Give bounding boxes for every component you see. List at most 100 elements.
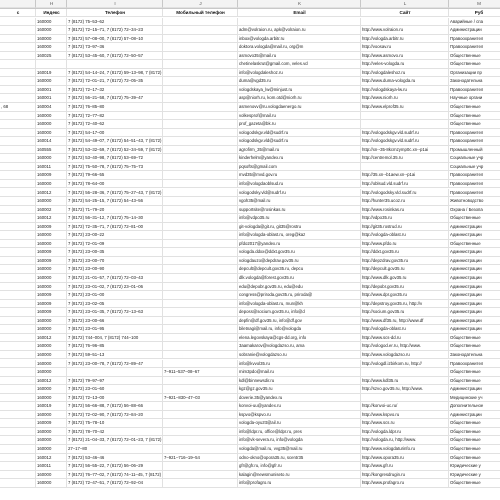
table-cell[interactable] [163,265,238,274]
table-cell[interactable]: http://szvo.gov35.ru, http://www. [361,385,449,394]
table-cell[interactable] [0,479,36,488]
table-cell[interactable]: info@vk-severa.ru, info@vologda [238,436,361,445]
table-cell[interactable] [163,179,238,189]
table-cell[interactable]: 7 (8172) 23–00–90 [67,265,163,274]
table-cell[interactable]: http://www.scs.ru [361,419,449,428]
table-cell[interactable] [0,171,36,180]
table-cell[interactable] [0,436,36,445]
table-cell[interactable] [0,222,36,232]
table-cell[interactable] [163,299,238,309]
table-cell[interactable] [0,427,36,437]
table-cell[interactable]: 160000 [36,154,67,163]
table-cell[interactable]: 7 (8172) 21–01–57, 7 (8172) 72–03–43 [67,274,163,283]
table-cell[interactable] [0,120,36,129]
table-cell[interactable]: 7 (8172) 75–50–78, 7 (8172) 75–75–73 [67,162,163,172]
table-cell[interactable]: Общественные [449,419,500,428]
table-cell[interactable]: http://www.scs-dd.ru [361,333,449,343]
table-cell[interactable]: http://centremol.35.ru [361,154,449,163]
table-cell[interactable]: vologda@mail.ru, vvg35@mail.ru [238,445,361,454]
table-cell[interactable]: http://vdpo35.ru [361,214,449,223]
table-cell[interactable]: kgz@gz.gov35.ru [238,385,361,394]
table-cell[interactable]: http://vologda-oblast.ru [361,325,449,334]
table-cell[interactable] [163,350,238,360]
table-cell[interactable] [0,316,36,326]
table-cell[interactable]: http://depstroy.gov35.ru, http://v [361,299,449,309]
table-cell[interactable]: 7 (8172) 72–40–62 [67,120,163,129]
table-cell[interactable]: 160000 [36,410,67,420]
table-cell[interactable] [163,94,238,103]
table-cell[interactable]: 160014 [36,137,67,146]
table-cell[interactable] [0,34,36,44]
table-cell[interactable]: http://vologdl.izbirkom.ru, http:// [361,359,449,368]
table-cell[interactable]: info@ldpr.ru, office@ldpr.ru, pres [238,427,361,437]
table-cell[interactable] [163,162,238,172]
table-cell[interactable]: http://voosav.ru [361,43,449,52]
table-cell[interactable]: 7 (8172) 72–01–09 [67,239,163,249]
table-cell[interactable]: 160000 [36,77,67,86]
table-cell[interactable]: http://www.vologdaturinfo.ru [361,445,449,454]
table-cell[interactable]: 160000 [36,350,67,360]
table-cell[interactable]: 160000 [36,393,67,403]
table-cell[interactable] [163,282,238,292]
table-cell[interactable] [361,393,449,403]
table-cell[interactable]: Администрации [449,231,500,240]
table-cell[interactable]: 7 (8172) 78–70–42 [67,427,163,437]
table-cell[interactable]: pqsofts@gmail.com [238,162,361,172]
table-cell[interactable]: doverie.35@yandex.ru [238,393,361,403]
table-cell[interactable]: 160000 [36,385,67,394]
table-cell[interactable]: http://www.gfr.ru [361,462,449,471]
table-cell[interactable]: 7 (8172) 23–00–78, 7 (8172) 72–89–47 [67,359,163,368]
table-cell[interactable]: 160000 [36,427,67,437]
table-cell[interactable]: 160000 [36,179,67,189]
table-cell[interactable]: Администрации [449,385,500,394]
table-cell[interactable]: 160000 [36,359,67,368]
table-cell[interactable] [0,60,36,69]
table-cell[interactable]: 160000 [36,282,67,292]
table-cell[interactable]: 7 (8172) 23–00–66 [67,316,163,326]
table-cell[interactable]: depcult@depcult.gov35.ru, depcu [238,265,361,274]
table-cell[interactable]: 160000 [36,479,67,488]
table-cell[interactable] [163,43,238,52]
table-cell[interactable] [163,137,238,146]
table-cell[interactable]: http://www.volraion.ru [361,26,449,35]
table-cell[interactable]: Администрации [449,274,500,283]
table-cell[interactable]: 160000 [36,239,67,249]
table-cell[interactable]: http://www.rosinkas.ru [361,205,449,215]
table-cell[interactable]: doktora.vologda@mail.ru, org@m [238,43,361,52]
table-cell[interactable] [0,111,36,121]
table-cell[interactable]: info@vologdaoblsud.ru [238,179,361,189]
table-cell[interactable] [0,214,36,223]
table-cell[interactable]: info@vologda-oblast.ru, oreg@kaz [238,231,361,240]
field-header[interactable]: Руб [449,9,500,17]
table-cell[interactable]: Организации пр [449,69,500,78]
column-header[interactable]: I [67,0,163,8]
table-cell[interactable] [0,453,36,463]
table-cell[interactable]: Администрации [449,317,500,326]
table-cell[interactable]: 160001 [36,85,67,95]
table-cell[interactable] [163,197,238,206]
table-cell[interactable]: 7 (8172) 23–01–35, 7 (8172) 72–13–63 [67,308,163,317]
table-cell[interactable] [0,376,36,386]
field-header[interactable]: Индекс [36,9,67,17]
table-cell[interactable]: Общественные [449,112,500,121]
table-cell[interactable] [163,77,238,86]
table-cell[interactable]: 7 (8172) 72–47–51, 7 (8172) 72–92–04 [67,479,163,488]
table-cell[interactable]: 160011 [36,162,67,172]
table-cell[interactable] [361,368,449,377]
table-cell[interactable]: volkesprof@mail.ru [238,111,361,121]
table-cell[interactable]: 160000 [36,316,67,326]
table-cell[interactable]: 160012 [36,376,67,386]
table-cell[interactable]: vologda.ddxx@ddxt.gov35.ru [238,248,361,257]
table-cell[interactable]: Общественные [449,445,500,454]
table-cell[interactable]: Администрации [449,283,500,292]
table-cell[interactable]: http://vologda.ldpr.ru [361,427,449,437]
table-cell[interactable]: http://vologdskaya-lw.ru [361,85,449,95]
table-cell[interactable]: Правоохранител [449,189,500,197]
table-cell[interactable]: asmovo35@mail.ru [238,51,361,61]
table-cell[interactable]: konvoi-uu@yandex.ru [238,402,361,411]
table-cell[interactable]: http://www.elprof35.ru [361,103,449,112]
table-cell[interactable]: 7 (8172) 23–01–00 [67,291,163,300]
table-cell[interactable]: 7 (8172) 53–40–98, 7 (8172) 53–69–72 [67,154,163,163]
table-cell[interactable]: 160000 [36,111,67,121]
table-cell[interactable]: kinderhelm@yandex.ru [238,154,361,163]
